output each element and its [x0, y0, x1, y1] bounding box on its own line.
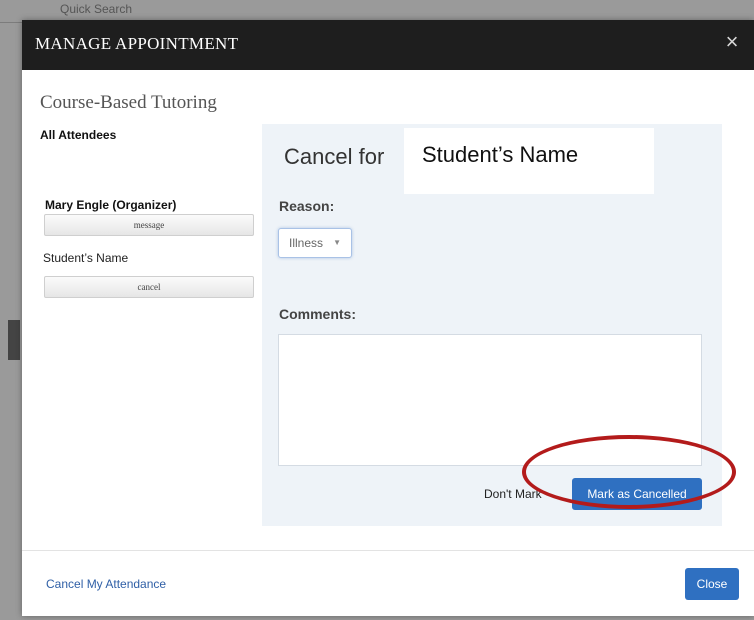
close-icon[interactable]: × — [720, 30, 744, 54]
chevron-down-icon: ▼ — [333, 238, 341, 247]
cancel-for-label: Cancel for — [284, 144, 385, 169]
comments-label: Comments: — [279, 306, 357, 322]
reason-label: Reason: — [279, 198, 335, 214]
student-name-box: Student’s Name — [404, 128, 654, 194]
background-search-text: Quick Search — [60, 2, 133, 16]
attendees-heading: All Attendees — [40, 128, 117, 142]
reason-value: Illness — [289, 236, 324, 250]
manage-appointment-modal: MANAGE APPOINTMENT × Course-Based Tutori… — [22, 20, 754, 616]
background-sidebar-edge — [8, 320, 20, 360]
modal-header: MANAGE APPOINTMENT × — [22, 20, 754, 70]
service-title: Course-Based Tutoring — [40, 92, 217, 113]
cancel-student-name: Student’s Name — [422, 142, 579, 167]
cancel-my-attendance-link[interactable]: Cancel My Attendance — [46, 577, 166, 591]
modal-title: MANAGE APPOINTMENT — [35, 34, 239, 53]
reason-select[interactable]: Illness ▼ — [278, 228, 352, 258]
message-button[interactable]: message — [44, 214, 254, 236]
footer-divider — [22, 550, 754, 551]
highlight-ring-annotation — [522, 435, 736, 509]
close-button[interactable]: Close — [685, 568, 739, 600]
dont-mark-link[interactable]: Don't Mark — [484, 487, 542, 501]
attendee-student-name: Student’s Name — [43, 251, 129, 265]
cancel-attendee-button[interactable]: cancel — [44, 276, 254, 298]
organizer-name: Mary Engle (Organizer) — [45, 198, 177, 212]
